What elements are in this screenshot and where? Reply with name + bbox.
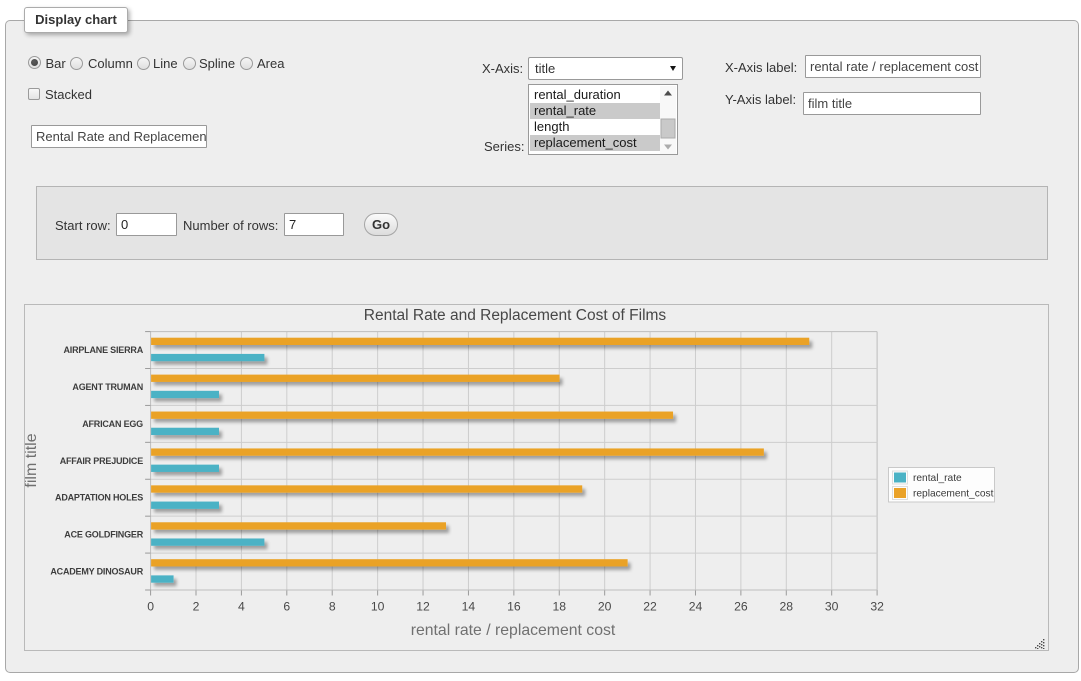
svg-text:14: 14 (462, 600, 476, 614)
svg-text:AFFAIR PREJUDICE: AFFAIR PREJUDICE (60, 456, 144, 466)
svg-text:rental rate / replacement cost: rental rate / replacement cost (411, 622, 616, 639)
svg-text:20: 20 (598, 600, 612, 614)
svg-text:24: 24 (689, 600, 703, 614)
svg-text:2: 2 (193, 600, 200, 614)
svg-text:0: 0 (147, 600, 154, 614)
svg-text:replacement_cost: replacement_cost (913, 489, 994, 500)
svg-text:Rental Rate and Replacement Co: Rental Rate and Replacement Cost of Film… (364, 307, 667, 324)
svg-text:18: 18 (552, 600, 566, 614)
svg-text:AIRPLANE SIERRA: AIRPLANE SIERRA (63, 345, 143, 355)
svg-text:12: 12 (416, 600, 430, 614)
svg-text:32: 32 (870, 600, 884, 614)
svg-text:6: 6 (283, 600, 290, 614)
svg-text:28: 28 (780, 600, 794, 614)
svg-text:AFRICAN EGG: AFRICAN EGG (82, 419, 143, 429)
svg-text:16: 16 (507, 600, 521, 614)
svg-text:4: 4 (238, 600, 245, 614)
svg-text:AGENT TRUMAN: AGENT TRUMAN (72, 382, 143, 392)
svg-text:8: 8 (329, 600, 336, 614)
svg-text:ACE GOLDFINGER: ACE GOLDFINGER (64, 530, 143, 540)
svg-text:rental_rate: rental_rate (913, 473, 962, 484)
svg-text:film title: film title (25, 433, 40, 487)
svg-text:22: 22 (643, 600, 657, 614)
svg-text:ADAPTATION HOLES: ADAPTATION HOLES (55, 493, 143, 503)
svg-text:10: 10 (371, 600, 385, 614)
svg-text:30: 30 (825, 600, 839, 614)
svg-text:26: 26 (734, 600, 748, 614)
svg-text:ACADEMY DINOSAUR: ACADEMY DINOSAUR (50, 567, 143, 577)
